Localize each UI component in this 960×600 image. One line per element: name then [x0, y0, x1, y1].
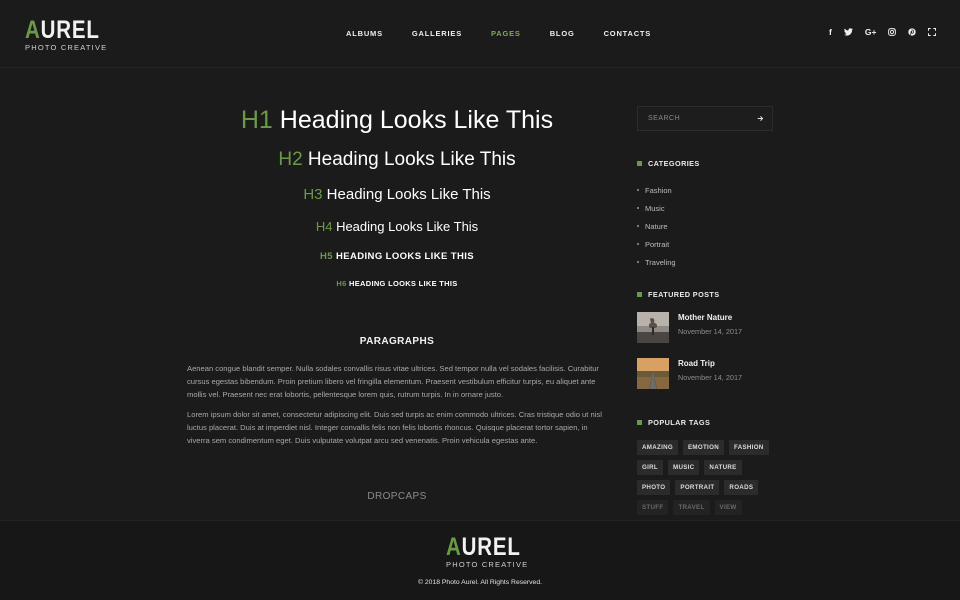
main-nav: ALBUMS GALLERIES PAGES BLOG CONTACTS [346, 29, 680, 38]
pinterest-icon[interactable] [908, 28, 917, 36]
search-submit-icon[interactable] [757, 113, 764, 124]
bullet-icon [637, 243, 639, 245]
category-fashion[interactable]: Fashion [637, 181, 676, 199]
tag-view[interactable]: VIEW [714, 500, 742, 515]
tag-nature[interactable]: NATURE [704, 460, 742, 475]
google-plus-icon[interactable]: G+ [865, 26, 877, 38]
logo-subtitle: PHOTO CREATIVE [25, 43, 108, 52]
heading-h6-sample: H6 HEADING LOOKS LIKE THIS [336, 279, 458, 288]
social-links: f G+ [829, 26, 948, 38]
nav-item-contacts[interactable]: CONTACTS [604, 29, 652, 38]
title-marker-icon [637, 420, 642, 425]
heading-h4-sample: H4 Heading Looks Like This [315, 219, 479, 234]
title-marker-icon [637, 161, 642, 166]
tag-amazing[interactable]: AMAZING [637, 440, 678, 455]
instagram-icon[interactable] [888, 28, 897, 36]
category-nature[interactable]: Nature [637, 217, 676, 235]
tag-stuff[interactable]: STUFF [637, 500, 669, 515]
post-title[interactable]: Mother Nature [678, 313, 732, 322]
category-music[interactable]: Music [637, 199, 676, 217]
bullet-icon [637, 261, 639, 263]
footer-logo[interactable]: AUREL PHOTO CREATIVE [446, 533, 529, 570]
twitter-icon[interactable] [843, 28, 853, 36]
bullet-icon [637, 225, 639, 227]
featured-post[interactable]: Mother Nature November 14, 2017 [637, 312, 773, 344]
site-footer: AUREL PHOTO CREATIVE © 2018 Photo Aurel.… [0, 520, 960, 600]
featured-posts-title: FEATURED POSTS [637, 290, 720, 299]
logo-wordmark: AUREL [446, 533, 521, 561]
categories-widget-title: CATEGORIES [637, 159, 700, 168]
tag-girl[interactable]: GIRL [637, 460, 663, 475]
nav-item-pages[interactable]: PAGES [491, 29, 521, 38]
popular-tags-title: POPULAR TAGS [637, 418, 710, 427]
heading-h2-sample: H2 Heading Looks Like This [278, 149, 516, 170]
tag-travel[interactable]: TRAVEL [673, 500, 710, 515]
bullet-icon [637, 207, 639, 209]
category-portrait[interactable]: Portrait [637, 235, 676, 253]
dropcaps-title: DROPCAPS [367, 491, 427, 502]
post-title[interactable]: Road Trip [678, 359, 715, 368]
tag-music[interactable]: MUSIC [667, 460, 700, 475]
post-thumbnail[interactable] [637, 312, 669, 343]
site-header: AUREL PHOTO CREATIVE ALBUMS GALLERIES PA… [0, 0, 960, 68]
paragraph-2: Lorem ipsum dolor sit amet, consectetur … [187, 410, 602, 445]
heading-h5-sample: H5 HEADING LOOKS LIKE THIS [320, 251, 474, 262]
categories-list: Fashion Music Nature Portrait Traveling [637, 181, 676, 271]
logo-wordmark: AUREL [25, 16, 100, 44]
tag-cloud: AMAZING EMOTION FASHION GIRL MUSIC NATUR… [637, 440, 777, 520]
nav-item-albums[interactable]: ALBUMS [346, 29, 383, 38]
heading-h3-sample: H3 Heading Looks Like This [303, 186, 491, 203]
paragraphs-title: PARAGRAPHS [359, 336, 435, 347]
post-thumbnail[interactable] [637, 358, 669, 389]
title-marker-icon [637, 292, 642, 297]
site-logo[interactable]: AUREL PHOTO CREATIVE [25, 16, 108, 53]
search-box[interactable]: SEARCH [637, 106, 773, 131]
tag-photo[interactable]: PHOTO [637, 480, 671, 495]
tag-portrait[interactable]: PORTRAIT [675, 480, 720, 495]
tag-roads[interactable]: ROADS [724, 480, 759, 495]
category-traveling[interactable]: Traveling [637, 253, 676, 271]
facebook-icon[interactable]: f [829, 26, 832, 38]
copyright-text: © 2018 Photo Aurel. All Rights Reserved. [417, 579, 543, 586]
search-input[interactable]: SEARCH [648, 115, 680, 122]
paragraph-1: Aenean congue blandit semper. Nulla soda… [187, 364, 599, 399]
logo-subtitle: PHOTO CREATIVE [446, 560, 529, 569]
fullscreen-icon[interactable] [928, 28, 937, 36]
tag-emotion[interactable]: EMOTION [682, 440, 724, 455]
post-date: November 14, 2017 [678, 327, 743, 336]
post-date: November 14, 2017 [678, 373, 743, 382]
heading-h1-sample: H1 Heading Looks Like This [240, 106, 554, 134]
tag-fashion[interactable]: FASHION [728, 440, 769, 455]
nav-item-galleries[interactable]: GALLERIES [412, 29, 462, 38]
featured-post[interactable]: Road Trip November 14, 2017 [637, 358, 773, 390]
nav-item-blog[interactable]: BLOG [550, 29, 575, 38]
bullet-icon [637, 189, 639, 191]
